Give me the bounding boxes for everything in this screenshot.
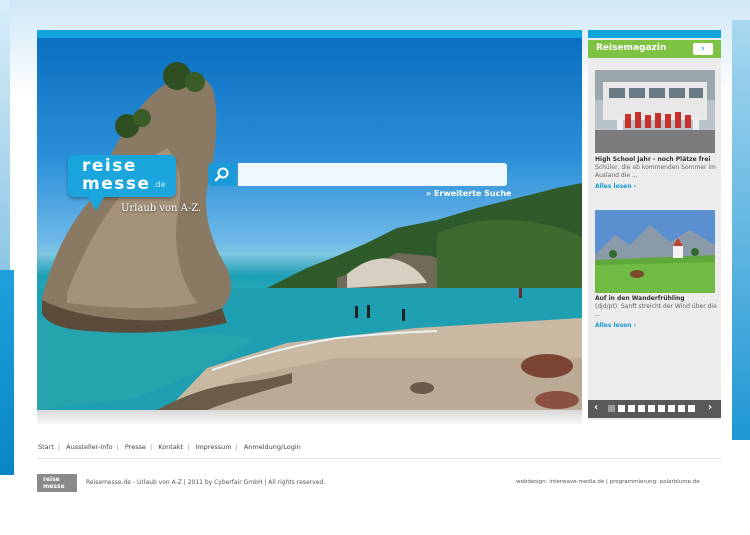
pager-next-button[interactable]: › xyxy=(708,402,712,413)
magazine-pager: ‹ › xyxy=(588,400,721,418)
search-button[interactable] xyxy=(208,163,236,186)
nav-separator: | xyxy=(235,443,238,451)
nav-separator: | xyxy=(116,443,119,451)
nav-aussteller-info[interactable]: Aussteller-Info xyxy=(66,443,112,451)
students-photo xyxy=(595,70,715,153)
nav-kontakt[interactable]: Kontakt xyxy=(158,443,183,451)
footer-nav: Start | Aussteller-Info | Presse | Kontakt |… xyxy=(38,443,305,455)
mountain-meadow-photo xyxy=(595,210,715,293)
pager-dot[interactable] xyxy=(668,405,675,412)
magazine-header: Reisemagazin › xyxy=(588,40,721,58)
article-title[interactable]: Auf in den Wanderfrühling xyxy=(595,295,717,303)
footer-logo[interactable]: reise messe xyxy=(37,474,77,492)
nav-impressum[interactable]: Impressum xyxy=(195,443,231,451)
advanced-search-link[interactable]: » Erweiterte Suche xyxy=(426,189,511,198)
site-logo[interactable]: reise messe .de xyxy=(68,155,176,211)
pager-dot[interactable] xyxy=(638,405,645,412)
logo-text-messe: messe xyxy=(82,174,151,194)
magazine-sidebar: Reisemagazin › High School Jahr - noch P… xyxy=(588,38,721,420)
article-image-hiking[interactable] xyxy=(595,210,715,293)
pager-prev-button[interactable]: ‹ xyxy=(594,402,598,413)
search-bar xyxy=(208,163,507,186)
nav-separator: | xyxy=(187,443,190,451)
top-accent-bar-right xyxy=(588,30,721,38)
nav-separator: | xyxy=(149,443,153,451)
article-teaser: Schüler, die ab kommenden Sommer im Ausl… xyxy=(595,164,716,179)
hero-shadow xyxy=(37,410,582,424)
search-icon xyxy=(214,167,229,182)
nav-presse[interactable]: Presse xyxy=(125,443,146,451)
right-edge-blue xyxy=(732,20,750,440)
pager-dot[interactable] xyxy=(688,405,695,412)
hero-image xyxy=(37,38,582,410)
magazine-next-button[interactable]: › xyxy=(693,43,713,55)
pager-dot[interactable] xyxy=(618,405,625,412)
top-accent-bar xyxy=(37,30,582,38)
hero-scene xyxy=(37,62,582,410)
nav-login[interactable]: Anmeldung/Login xyxy=(244,443,301,451)
pager-dot[interactable] xyxy=(678,405,685,412)
logo-tld: .de xyxy=(153,180,166,189)
pager-dot[interactable] xyxy=(628,405,635,412)
magazine-title: Reisemagazin xyxy=(596,43,667,53)
pager-dot[interactable] xyxy=(658,405,665,412)
left-edge-blue xyxy=(0,270,14,475)
nav-start[interactable]: Start xyxy=(38,443,54,451)
article-image-highschool[interactable] xyxy=(595,70,715,153)
pager-dot[interactable] xyxy=(608,405,615,412)
tagline: Urlaub von A-Z. xyxy=(121,203,202,214)
nav-separator: | xyxy=(57,443,61,451)
article-title[interactable]: High School Jahr - noch Plätze frei xyxy=(595,156,717,164)
footer-logo-line2: messe xyxy=(43,483,65,490)
read-more-link[interactable]: Alles lesen › xyxy=(595,183,636,190)
footer-copyright: Reisemesse.de - Urlaub von A-Z | 2011 by… xyxy=(86,479,326,486)
footer-credits[interactable]: webdesign: interwave-media.de | programm… xyxy=(516,479,700,485)
read-more-link[interactable]: Alles lesen › xyxy=(595,322,636,329)
logo-text-reise: reise xyxy=(82,156,137,176)
footer-divider xyxy=(37,458,721,459)
left-edge-light xyxy=(0,0,10,270)
search-input[interactable] xyxy=(238,163,507,186)
article-teaser: (djd/pt). Sanft streicht der Wind über d… xyxy=(595,303,717,318)
pager-dot[interactable] xyxy=(648,405,655,412)
footer-logo-line1: reise xyxy=(43,476,60,483)
